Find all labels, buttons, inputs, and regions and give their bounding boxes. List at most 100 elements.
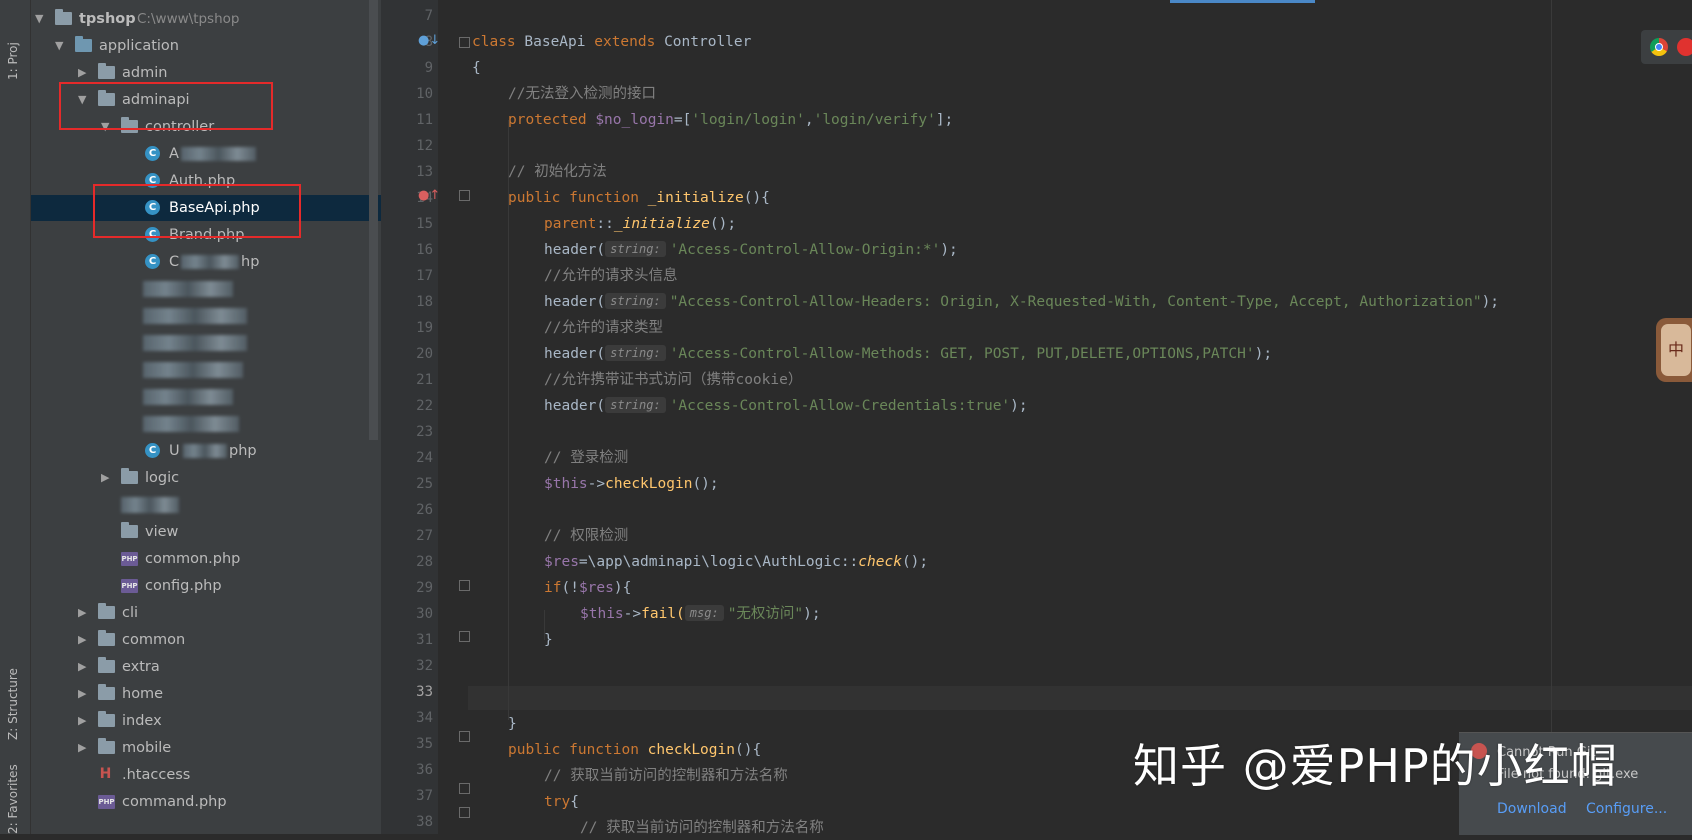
code-punct: ); — [940, 242, 958, 258]
code-line-29[interactable]: if(!$res){ — [544, 576, 631, 600]
collapsed-arrow-icon[interactable]: ▶ — [78, 627, 86, 653]
code-line-15[interactable]: parent::_initialize(); — [544, 212, 736, 236]
code-line-38[interactable]: // 获取当前访问的控制器和方法名称 — [580, 816, 824, 840]
code-line-25[interactable]: $this->checkLogin(); — [544, 472, 719, 496]
tree-item-blurred-folder[interactable] — [31, 492, 381, 518]
collapsed-arrow-icon[interactable]: ▶ — [78, 681, 86, 707]
overrides-marker-icon[interactable]: ●↑ — [418, 188, 440, 203]
tree-item-blurred[interactable] — [31, 411, 381, 437]
code-line-16[interactable]: header(string: 'Access-Control-Allow-Orig… — [544, 238, 958, 262]
blurred-text — [143, 281, 233, 297]
blurred-text — [121, 497, 179, 513]
code-keyword: if — [544, 580, 562, 596]
tree-item-tpshop[interactable]: ▼ tpshop C:\www\tpshop — [31, 6, 381, 32]
code-line-31[interactable]: } — [544, 628, 553, 652]
tree-item-view[interactable]: view — [31, 519, 381, 545]
tree-item-application[interactable]: ▼ application — [31, 33, 381, 59]
indent-guide — [508, 120, 509, 720]
tree-item-file-10[interactable]: C U php — [31, 438, 381, 464]
tree-item-label: common.php — [145, 551, 241, 567]
tree-item-index[interactable]: ▶ index — [31, 708, 381, 734]
code-line-13[interactable]: // 初始化方法 — [508, 160, 607, 184]
code-line-22[interactable]: header(string: 'Access-Control-Allow-Cred… — [544, 394, 1028, 418]
code-line-18[interactable]: header(string: "Access-Control-Allow-Head… — [544, 290, 1499, 314]
code-line-21[interactable]: //允许携带证书式访问（携带cookie） — [544, 368, 802, 392]
tree-item-common-php[interactable]: PHP common.php — [31, 546, 381, 572]
code-line-28[interactable]: $res=\app\adminapi\logic\AuthLogic::chec… — [544, 550, 928, 574]
blurred-text — [143, 335, 247, 351]
tree-item-blurred[interactable] — [31, 330, 381, 356]
tree-item-cli[interactable]: ▶ cli — [31, 600, 381, 626]
code-line-8[interactable]: class BaseApi extends Controller — [472, 30, 751, 54]
line-number: 26 — [416, 502, 433, 518]
download-link[interactable]: Download — [1497, 801, 1567, 817]
collapsed-arrow-icon[interactable]: ▶ — [78, 600, 86, 626]
tree-item-blurred[interactable] — [31, 384, 381, 410]
tree-item-command-php[interactable]: PHP command.php — [31, 789, 381, 815]
code-line-11[interactable]: protected $no_login=['login/login','logi… — [508, 108, 953, 132]
tree-item-blurred[interactable] — [31, 357, 381, 383]
tree-item-file-1[interactable]: C A — [31, 141, 381, 167]
fold-marker-icon[interactable] — [459, 783, 470, 794]
code-line-9[interactable]: { — [472, 56, 481, 80]
collapsed-arrow-icon[interactable]: ▶ — [78, 708, 86, 734]
php-class-icon: C — [145, 443, 160, 458]
code-line-37[interactable]: try{ — [544, 790, 579, 814]
expanded-arrow-icon[interactable]: ▼ — [35, 6, 43, 32]
fold-marker-icon[interactable] — [459, 631, 470, 642]
tree-item-file-5[interactable]: C C hp — [31, 249, 381, 275]
collapsed-arrow-icon[interactable]: ▶ — [78, 735, 86, 761]
code-line-17[interactable]: //允许的请求头信息 — [544, 264, 677, 288]
fold-marker-icon[interactable] — [459, 580, 470, 591]
expanded-arrow-icon[interactable]: ▼ — [55, 33, 63, 59]
tree-item-blurred[interactable] — [31, 276, 381, 302]
blurred-text — [143, 416, 239, 432]
configure-link[interactable]: Configure... — [1586, 801, 1667, 817]
tree-item-label: cli — [122, 605, 139, 621]
code-line-27[interactable]: // 权限检测 — [544, 524, 628, 548]
tree-item-common[interactable]: ▶ common — [31, 627, 381, 653]
tree-item-mobile[interactable]: ▶ mobile — [31, 735, 381, 761]
tree-item-config-php[interactable]: PHP config.php — [31, 573, 381, 599]
code-function-call: header( — [544, 398, 606, 414]
fold-marker-icon[interactable] — [459, 731, 470, 742]
collapsed-arrow-icon[interactable]: ▶ — [78, 654, 86, 680]
tree-item-htaccess[interactable]: H .htaccess — [31, 762, 381, 788]
favorites-tab[interactable]: 2: Favorites — [6, 752, 20, 834]
code-punct: -> — [623, 606, 642, 622]
right-margin-guide — [1551, 0, 1552, 834]
code-line-19[interactable]: //允许的请求类型 — [544, 316, 663, 340]
tree-item-home[interactable]: ▶ home — [31, 681, 381, 707]
floating-avatar[interactable]: 中 — [1656, 318, 1692, 382]
tree-item-label: C — [169, 254, 180, 270]
collapsed-arrow-icon[interactable]: ▶ — [101, 465, 109, 491]
folder-icon — [98, 603, 115, 619]
tree-item-logic[interactable]: ▶ logic — [31, 465, 381, 491]
structure-tab[interactable]: Z: Structure — [6, 640, 20, 740]
fold-marker-icon[interactable] — [459, 37, 470, 48]
tree-item-blurred[interactable] — [31, 303, 381, 329]
fold-marker-icon[interactable] — [459, 190, 470, 201]
fold-marker-icon[interactable] — [459, 807, 470, 818]
code-comment: // 初始化方法 — [508, 164, 607, 180]
tree-scrollbar[interactable] — [369, 0, 378, 440]
code-line-30[interactable]: $this->fail(msg: "无权访问"); — [580, 602, 821, 626]
line-number: 34 — [416, 710, 433, 726]
code-line-20[interactable]: header(string: 'Access-Control-Allow-Meth… — [544, 342, 1272, 366]
opera-icon[interactable] — [1677, 38, 1692, 56]
code-string: 'Access-Control-Allow-Credentials:true' — [669, 398, 1011, 414]
code-line-35[interactable]: public function checkLogin(){ — [508, 738, 761, 762]
override-marker-icon[interactable]: ●↓ — [418, 33, 440, 48]
php-file-icon: PHP — [98, 795, 115, 809]
code-punct: , — [804, 112, 814, 128]
project-tab[interactable]: 1: Proj — [6, 0, 20, 80]
code-brace: { — [472, 60, 481, 76]
code-line-36[interactable]: // 获取当前访问的控制器和方法名称 — [544, 764, 788, 788]
code-line-34[interactable]: } — [508, 712, 517, 736]
code-line-10[interactable]: //无法登入检测的接口 — [508, 82, 656, 106]
chrome-icon[interactable] — [1650, 38, 1668, 56]
tree-item-extra[interactable]: ▶ extra — [31, 654, 381, 680]
code-line-14[interactable]: public function _initialize(){ — [508, 186, 770, 210]
code-line-24[interactable]: // 登录检测 — [544, 446, 628, 470]
code-class-name: BaseApi — [515, 34, 595, 50]
